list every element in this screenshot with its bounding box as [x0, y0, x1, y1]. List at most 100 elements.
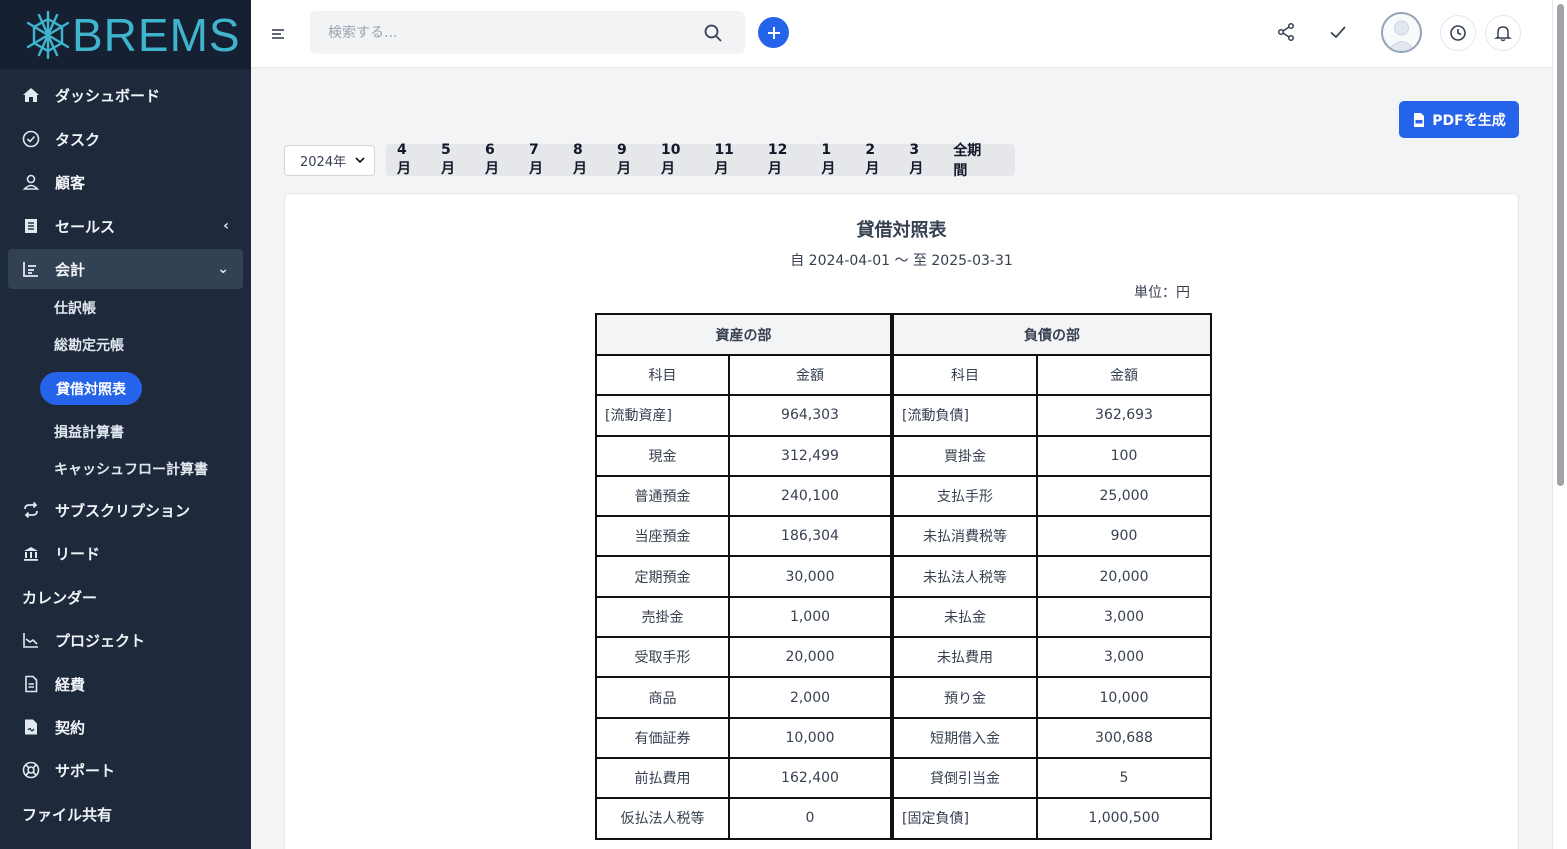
liability-item-cell: [流動負債] — [892, 394, 1038, 437]
month-tab-dec[interactable]: 12月 — [768, 142, 800, 178]
report-unit: 単位：円 — [1134, 285, 1190, 301]
check-circle-icon — [21, 129, 41, 149]
liabilities-section-header: 負債の部 — [892, 313, 1212, 356]
sidebar-item-label: サブスクリプション — [55, 501, 191, 520]
liability-amount-cell: 25,000 — [1036, 474, 1212, 518]
sidebar-subitem-journal[interactable]: 仕訳帳 — [54, 298, 96, 318]
sidebar-item-label: 契約 — [55, 718, 86, 737]
checkmark-icon[interactable] — [1326, 20, 1350, 44]
generate-pdf-button[interactable]: PDFを生成 — [1399, 101, 1519, 138]
search-icon[interactable] — [703, 23, 723, 47]
sidebar-item-contracts[interactable]: 契約 — [0, 707, 251, 747]
sidebar-item-expenses[interactable]: 経費 — [0, 664, 251, 704]
liability-item-cell: 預り金 — [892, 676, 1038, 719]
liability-amount-cell: 900 — [1036, 515, 1212, 558]
balance-sheet-rows: [流動資産] 964,303 [流動負債] 362,693 現金 312,499 買掛金 10… — [595, 394, 1212, 840]
scrollbar-thumb[interactable] — [1557, 4, 1564, 486]
sidebar-item-label: ファイル共有 — [22, 805, 113, 824]
share-icon[interactable] — [1274, 20, 1298, 44]
sidebar-item-dashboard[interactable]: ダッシュボード — [0, 75, 251, 115]
report-period: 自 2024-04-01 〜 至 2025-03-31 — [790, 253, 1013, 269]
year-select-value: 2024年 — [300, 155, 347, 170]
month-tab-aug[interactable]: 8月 — [573, 142, 596, 178]
liability-item-cell: 貸倒引当金 — [892, 756, 1038, 800]
lifebuoy-icon — [21, 760, 41, 780]
liability-item-cell: 短期借入金 — [892, 716, 1038, 759]
liability-amount-cell: 1,000,500 — [1036, 797, 1212, 840]
month-tab-mar[interactable]: 3月 — [909, 142, 932, 178]
sidebar: BREMS ダッシュボード タスク 顧客 セールス ‹ 会計 ⌄ 仕訳帳 総勘定… — [0, 0, 251, 849]
asset-amount-cell: 10,000 — [728, 716, 892, 759]
month-tab-nov[interactable]: 11月 — [714, 142, 746, 178]
pdf-file-icon — [1414, 112, 1425, 127]
month-tab-feb[interactable]: 2月 — [865, 142, 888, 178]
liability-amount-cell: 3,000 — [1036, 636, 1212, 679]
month-tab-all[interactable]: 全期間 — [953, 140, 994, 180]
asset-amount-cell: 312,499 — [728, 434, 892, 477]
contract-icon — [21, 717, 41, 737]
chevron-down-icon: ⌄ — [217, 261, 229, 277]
month-tab-may[interactable]: 5月 — [441, 142, 464, 178]
sidebar-item-leads[interactable]: リード — [0, 533, 251, 573]
month-tab-oct[interactable]: 10月 — [661, 142, 693, 178]
sidebar-subitem-cash-flow[interactable]: キャッシュフロー計算書 — [54, 459, 208, 479]
table-row: 当座預金 186,304 未払消費税等 900 — [595, 515, 1212, 558]
table-row: [流動資産] 964,303 [流動負債] 362,693 — [595, 394, 1212, 437]
history-button[interactable] — [1440, 15, 1476, 51]
sidebar-subitem-balance-sheet[interactable]: 貸借対照表 — [40, 372, 142, 405]
month-tab-apr[interactable]: 4月 — [397, 142, 420, 178]
month-tab-jul[interactable]: 7月 — [529, 142, 552, 178]
sidebar-subitem-income-statement[interactable]: 損益計算書 — [54, 422, 124, 442]
sidebar-item-label: ダッシュボード — [55, 86, 161, 105]
add-button[interactable] — [758, 17, 789, 48]
sidebar-item-tasks[interactable]: タスク — [0, 119, 251, 159]
assets-section-header: 資産の部 — [595, 313, 892, 356]
liability-amount-cell: 20,000 — [1036, 555, 1212, 598]
menu-toggle-icon[interactable] — [271, 26, 285, 40]
document-icon — [21, 674, 41, 694]
table-row: 商品 2,000 預り金 10,000 — [595, 676, 1212, 719]
asset-amount-cell: 30,000 — [728, 555, 892, 598]
sidebar-item-support[interactable]: サポート — [0, 750, 251, 790]
month-tab-jan[interactable]: 1月 — [821, 142, 844, 178]
sidebar-item-calendar[interactable]: カレンダー — [0, 577, 251, 617]
sidebar-item-customers[interactable]: 顧客 — [0, 162, 251, 202]
liability-amount-cell: 362,693 — [1036, 394, 1212, 437]
column-header-item: 科目 — [595, 353, 730, 397]
table-row: 前払費用 162,400 貸倒引当金 5 — [595, 756, 1212, 800]
plus-icon — [767, 26, 780, 39]
month-tab-sep[interactable]: 9月 — [617, 142, 640, 178]
sidebar-item-subscriptions[interactable]: サブスクリプション — [0, 490, 251, 530]
sidebar-subitem-general-ledger[interactable]: 総勘定元帳 — [54, 335, 124, 355]
month-filter-bar: 4月 5月 6月 7月 8月 9月 10月 11月 12月 1月 2月 3月 全… — [386, 142, 1015, 179]
page-scrollbar[interactable] — [1552, 0, 1567, 849]
brand-logo[interactable]: BREMS — [0, 0, 251, 69]
sidebar-item-label: サポート — [55, 761, 116, 780]
asset-amount-cell: 2,000 — [728, 676, 892, 719]
sidebar-item-file-sharing[interactable]: ファイル共有 — [0, 794, 251, 834]
asset-item-cell: 普通預金 — [595, 474, 730, 518]
table-row: 売掛金 1,000 未払金 3,000 — [595, 595, 1212, 639]
asset-item-cell: 商品 — [595, 676, 730, 719]
table-row: 定期預金 30,000 未払法人税等 20,000 — [595, 555, 1212, 598]
year-select[interactable]: 2024年 — [284, 145, 375, 176]
notifications-button[interactable] — [1485, 15, 1521, 51]
sidebar-item-accounting[interactable]: 会計 ⌄ — [8, 249, 243, 289]
sidebar-item-projects[interactable]: プロジェクト — [0, 620, 251, 660]
asset-item-cell: 前払費用 — [595, 756, 730, 800]
asset-item-cell: 売掛金 — [595, 595, 730, 639]
liability-item-cell: [固定負債] — [892, 797, 1038, 840]
generate-pdf-label: PDFを生成 — [1432, 112, 1506, 129]
asset-amount-cell: 20,000 — [728, 636, 892, 679]
sidebar-item-sales[interactable]: セールス ‹ — [0, 206, 251, 246]
asset-amount-cell: 964,303 — [728, 394, 892, 437]
search-input[interactable] — [328, 24, 688, 41]
asset-item-cell: 当座預金 — [595, 515, 730, 558]
liability-item-cell: 買掛金 — [892, 434, 1038, 477]
top-header — [251, 0, 1552, 68]
month-tab-jun[interactable]: 6月 — [485, 142, 508, 178]
balance-sheet-card: 貸借対照表 自 2024-04-01 〜 至 2025-03-31 単位：円 資… — [284, 193, 1519, 849]
avatar[interactable] — [1381, 12, 1422, 53]
liability-item-cell: 未払費用 — [892, 636, 1038, 679]
liability-amount-cell: 3,000 — [1036, 595, 1212, 639]
